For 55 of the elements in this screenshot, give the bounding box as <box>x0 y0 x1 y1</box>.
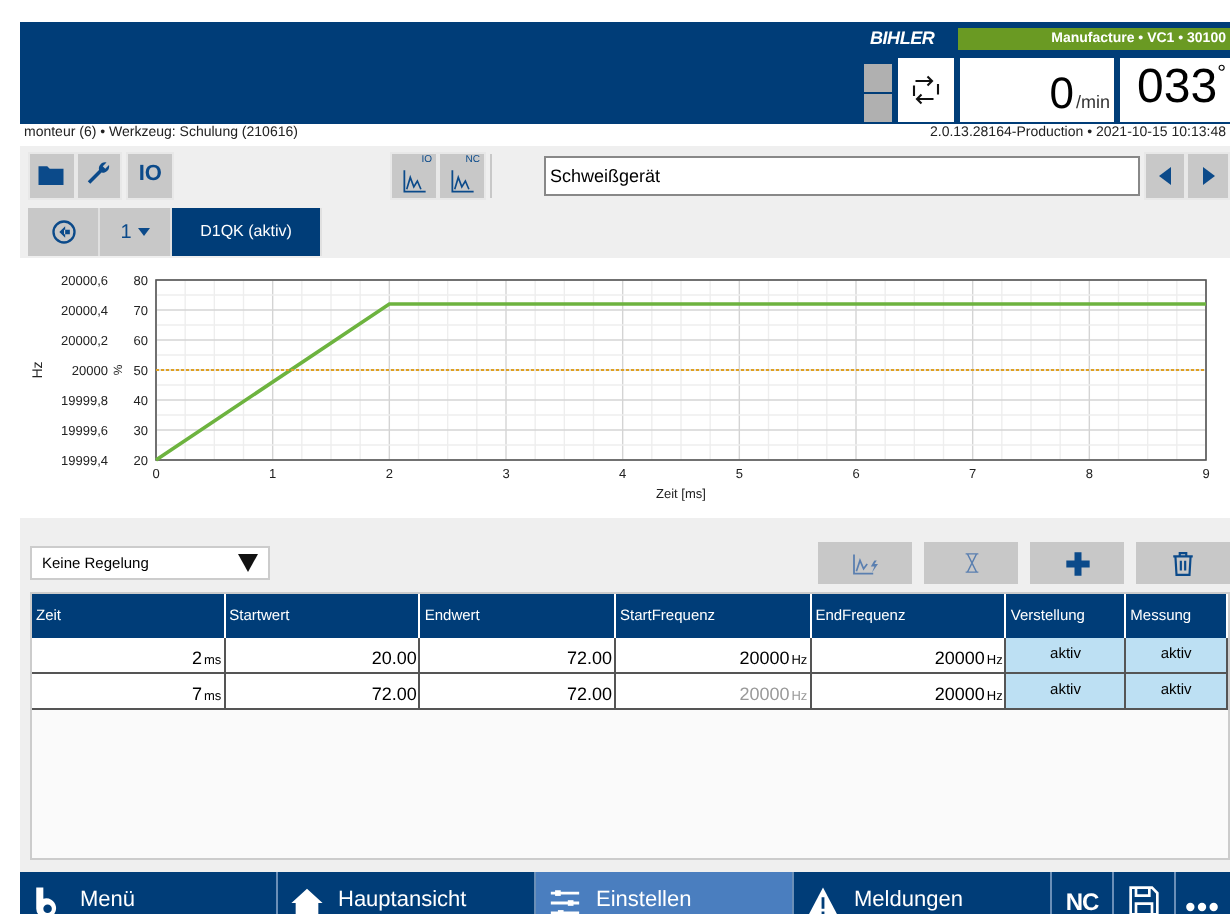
wrench-button[interactable] <box>75 151 123 199</box>
speed-value: 0 <box>1049 72 1074 116</box>
nav-tab[interactable]: Einstellen <box>536 872 794 914</box>
plus-icon <box>1063 549 1091 577</box>
add-button[interactable] <box>1030 542 1124 584</box>
table-cell[interactable]: 72.00 <box>225 674 421 708</box>
cycle-button[interactable] <box>898 58 954 122</box>
nav-label: Hauptansicht <box>338 890 467 914</box>
degree-sign: ° <box>1217 64 1226 86</box>
warning-icon <box>806 886 840 914</box>
nav-label: Einstellen <box>596 890 692 914</box>
cell-value: 20000 <box>739 686 790 704</box>
cell-value: 20000 <box>739 650 790 668</box>
table-cell[interactable]: 72.00 <box>420 674 617 708</box>
device-field[interactable]: Schweißgerät <box>544 155 1140 195</box>
cycle-icon <box>908 72 944 108</box>
table-cell[interactable]: 20.00 <box>225 638 421 672</box>
curve-icon <box>449 168 476 194</box>
hourglass-icon <box>961 550 981 576</box>
cell-value: 20000 <box>934 650 985 668</box>
cell-value: 7 <box>191 686 202 704</box>
nc-button[interactable]: NC <box>1052 872 1114 914</box>
nav-label: Menü <box>80 890 136 914</box>
nav-label: Meldungen <box>854 890 963 914</box>
table-cell[interactable]: 72.00 <box>420 638 617 672</box>
tab[interactable]: D1QK (aktiv) <box>172 208 322 256</box>
curve-lightning-icon <box>849 551 881 575</box>
back-button[interactable] <box>28 208 100 256</box>
cell-value: 20000 <box>934 686 985 704</box>
cell-value: 72.00 <box>566 650 613 668</box>
io-button[interactable]: IO <box>126 151 175 199</box>
dots-icon <box>1183 902 1219 912</box>
angle-value: 033 <box>1137 64 1218 112</box>
folder-button[interactable] <box>28 151 76 199</box>
speed-unit: /min <box>1075 89 1110 115</box>
right-triangle-icon <box>1199 163 1218 187</box>
trash-icon <box>1170 549 1196 577</box>
delete-button[interactable] <box>1136 542 1230 584</box>
number-dropdown[interactable]: 1 <box>100 208 172 256</box>
next-button[interactable] <box>1186 151 1230 199</box>
house-icon <box>290 886 324 914</box>
dropdown-value: 1 <box>120 219 132 247</box>
cell-value: 72.00 <box>371 686 417 704</box>
cell-value: 72.00 <box>566 686 613 704</box>
left-triangle-icon <box>1155 163 1174 187</box>
cell-value: 20.00 <box>371 650 417 668</box>
curve-icon <box>401 168 428 194</box>
brand-logo: BIHLER <box>868 30 937 48</box>
folder-icon <box>36 160 67 190</box>
cell-value: 2 <box>191 650 202 668</box>
wrench-icon <box>84 160 114 190</box>
sliders-icon <box>548 886 582 914</box>
caret-icon <box>137 228 150 236</box>
dropdown-triangle-icon <box>238 554 258 572</box>
previous-button[interactable] <box>1143 151 1187 199</box>
